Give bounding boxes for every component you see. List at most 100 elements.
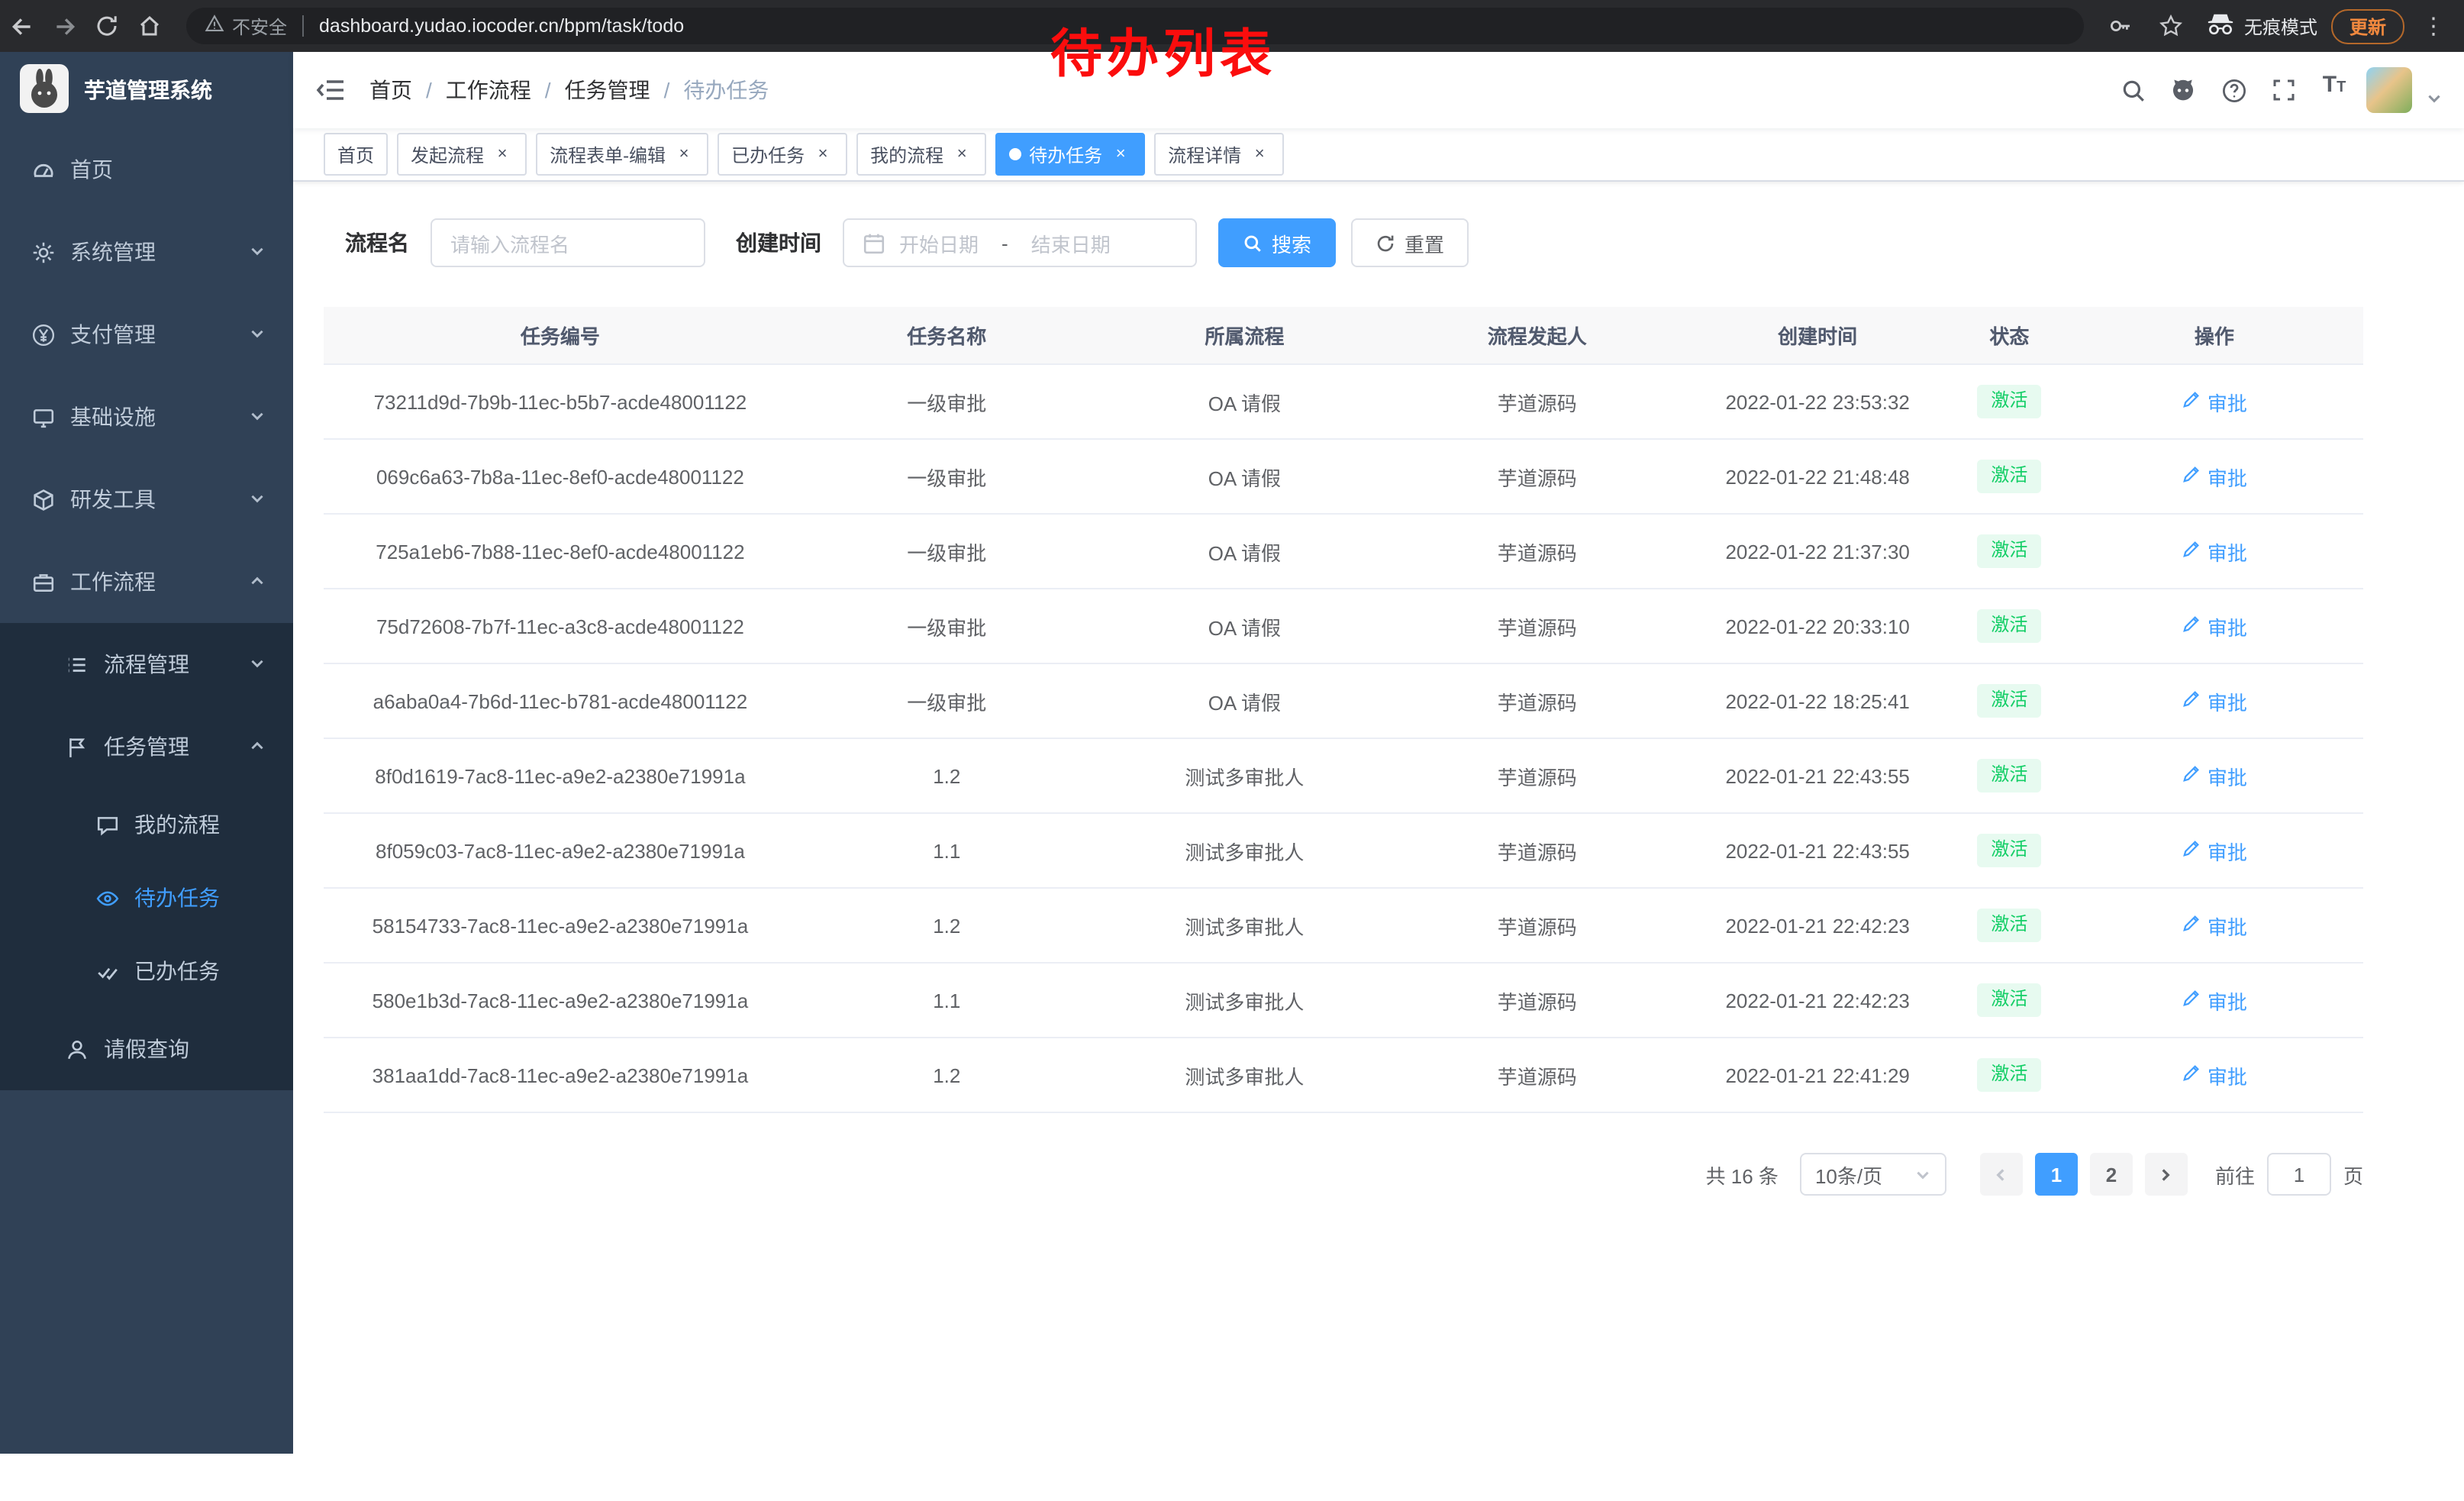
status-cell: 激活 — [1953, 589, 2066, 663]
annotation-overlay: 待办列表 — [1050, 12, 1276, 87]
action-cell: 审批 — [2066, 589, 2363, 663]
close-icon[interactable]: × — [492, 144, 513, 165]
tab-done-task[interactable]: 已办任务× — [718, 133, 847, 176]
browser-menu-icon[interactable]: ⋮ — [2412, 5, 2455, 47]
flag-icon — [64, 734, 89, 759]
tab-process-detail[interactable]: 流程详情× — [1154, 133, 1284, 176]
tab-my-process[interactable]: 我的流程× — [856, 133, 986, 176]
goto-label: 前往 — [2215, 1160, 2255, 1189]
create-time-cell: 2022-01-21 22:43:55 — [1682, 813, 1953, 888]
approve-label: 审批 — [2208, 761, 2247, 790]
incognito-badge: 无痕模式 — [2206, 13, 2317, 39]
prev-page-button[interactable] — [1980, 1153, 2023, 1196]
browser-update-button[interactable]: 更新 — [2331, 8, 2404, 44]
approve-link[interactable]: 审批 — [2182, 686, 2247, 715]
sidebar-item-task-manage[interactable]: 任务管理 — [0, 705, 293, 788]
tab-todo-task[interactable]: 待办任务× — [995, 133, 1145, 176]
bookmark-star-icon[interactable] — [2150, 5, 2192, 47]
help-icon[interactable] — [2215, 72, 2252, 108]
fullscreen-icon[interactable] — [2266, 72, 2302, 108]
goto-page-input[interactable]: 1 — [2267, 1153, 2331, 1196]
breadcrumb-item[interactable]: 工作流程 — [446, 75, 531, 105]
status-cell: 激活 — [1953, 813, 2066, 888]
pagination: 共 16 条 10条/页 12 前往 1 — [324, 1153, 2363, 1196]
sidebar-item-my-process[interactable]: 我的流程 — [0, 788, 293, 861]
task-id-cell: 8f059c03-7ac8-11ec-a9e2-a2380e71991a — [324, 813, 797, 888]
date-range-picker[interactable]: 开始日期 - 结束日期 — [843, 218, 1197, 267]
tab-form-edit[interactable]: 流程表单-编辑× — [536, 133, 708, 176]
browser-back-icon[interactable] — [0, 5, 43, 47]
calendar-icon — [863, 231, 885, 254]
chevron-up-icon — [249, 570, 266, 594]
approve-link[interactable]: 审批 — [2182, 462, 2247, 491]
page-button-2[interactable]: 2 — [2090, 1153, 2133, 1196]
next-page-button[interactable] — [2145, 1153, 2188, 1196]
sidebar-toggle-icon[interactable] — [293, 75, 369, 105]
page-size-select[interactable]: 10条/页 — [1800, 1153, 1946, 1196]
app-logo[interactable]: 芋道管理系统 — [0, 52, 293, 128]
person-icon — [64, 1037, 89, 1061]
approve-link[interactable]: 审批 — [2182, 761, 2247, 790]
breadcrumb-item[interactable]: 任务管理 — [565, 75, 650, 105]
sidebar-item-todo-task[interactable]: 待办任务 — [0, 861, 293, 934]
action-cell: 审批 — [2066, 1038, 2363, 1112]
breadcrumb-item[interactable]: 首页 — [369, 75, 412, 105]
page-button-1[interactable]: 1 — [2035, 1153, 2078, 1196]
sidebar-item-done-task[interactable]: 已办任务 — [0, 934, 293, 1008]
close-icon[interactable]: × — [812, 144, 834, 165]
process-name-input[interactable]: 请输入流程名 — [431, 218, 705, 267]
column-header: 所属流程 — [1097, 307, 1392, 364]
close-icon[interactable]: × — [673, 144, 695, 165]
table-row: a6aba0a4-7b6d-11ec-b781-acde48001122一级审批… — [324, 663, 2363, 738]
approve-link[interactable]: 审批 — [2182, 387, 2247, 416]
sidebar-item-home[interactable]: 首页 — [0, 128, 293, 211]
password-key-icon[interactable] — [2099, 5, 2142, 47]
process-cell: OA 请假 — [1097, 589, 1392, 663]
search-button[interactable]: 搜索 — [1218, 218, 1336, 267]
approve-label: 审批 — [2208, 612, 2247, 641]
sidebar-item-label: 请假查询 — [104, 1034, 293, 1064]
process-cell: 测试多审批人 — [1097, 963, 1392, 1038]
sidebar-item-payment[interactable]: 支付管理 — [0, 293, 293, 376]
avatar[interactable] — [2366, 67, 2412, 113]
font-size-icon[interactable]: TT — [2316, 72, 2353, 108]
starter-cell: 芋道源码 — [1392, 589, 1682, 663]
tab-start-process[interactable]: 发起流程× — [397, 133, 527, 176]
active-dot — [1009, 148, 1021, 160]
sidebar-item-devtools[interactable]: 研发工具 — [0, 458, 293, 541]
edit-icon — [2182, 763, 2201, 788]
avatar-caret-icon[interactable] — [2426, 87, 2443, 111]
approve-link[interactable]: 审批 — [2182, 911, 2247, 940]
reset-button[interactable]: 重置 — [1351, 218, 1469, 267]
sidebar-item-leave-query[interactable]: 请假查询 — [0, 1008, 293, 1090]
starter-cell: 芋道源码 — [1392, 738, 1682, 813]
edit-icon — [2182, 389, 2201, 414]
chevron-down-icon — [249, 240, 266, 264]
starter-cell: 芋道源码 — [1392, 663, 1682, 738]
sidebar-item-process-manage[interactable]: 流程管理 — [0, 623, 293, 705]
sidebar-item-system[interactable]: 系统管理 — [0, 211, 293, 293]
approve-link[interactable]: 审批 — [2182, 986, 2247, 1015]
github-icon[interactable] — [2165, 72, 2201, 108]
create-time-cell: 2022-01-21 22:41:29 — [1682, 1038, 1953, 1112]
security-status[interactable]: 不安全 — [205, 13, 287, 39]
approve-link[interactable]: 审批 — [2182, 537, 2247, 566]
sidebar-item-infra[interactable]: 基础设施 — [0, 376, 293, 458]
action-cell: 审批 — [2066, 364, 2363, 439]
approve-link[interactable]: 审批 — [2182, 836, 2247, 865]
close-icon[interactable]: × — [951, 144, 972, 165]
approve-link[interactable]: 审批 — [2182, 1060, 2247, 1089]
close-icon[interactable]: × — [1249, 144, 1270, 165]
tab-home[interactable]: 首页 — [324, 133, 388, 176]
browser-home-icon[interactable] — [128, 5, 171, 47]
browser-forward-icon[interactable] — [43, 5, 85, 47]
browser-toolbar-right: 无痕模式 更新 ⋮ — [2099, 5, 2464, 47]
task-id-cell: 580e1b3d-7ac8-11ec-a9e2-a2380e71991a — [324, 963, 797, 1038]
approve-link[interactable]: 审批 — [2182, 612, 2247, 641]
table-row: 73211d9d-7b9b-11ec-b5b7-acde48001122一级审批… — [324, 364, 2363, 439]
search-icon[interactable] — [2114, 72, 2151, 108]
sidebar-item-workflow[interactable]: 工作流程 — [0, 541, 293, 623]
close-icon[interactable]: × — [1110, 144, 1131, 165]
browser-reload-icon[interactable] — [85, 5, 128, 47]
process-cell: OA 请假 — [1097, 514, 1392, 589]
